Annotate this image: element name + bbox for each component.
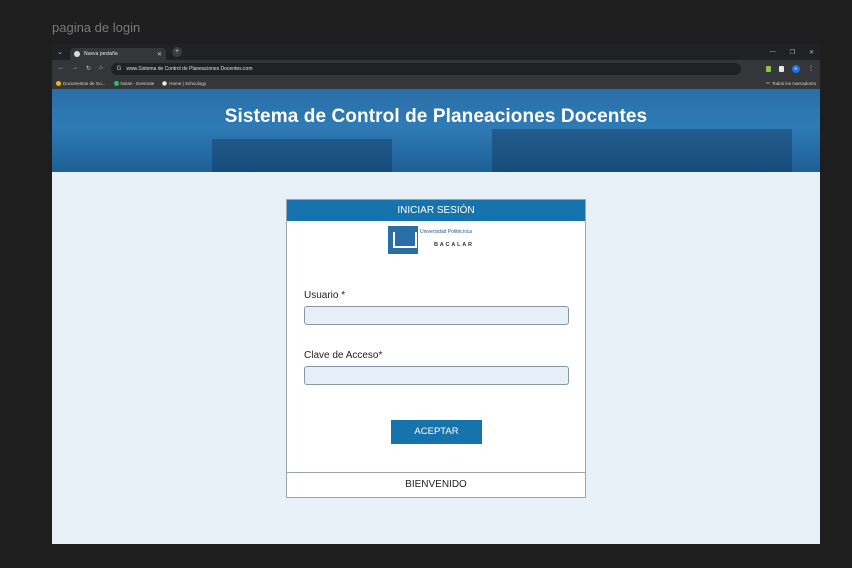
back-icon[interactable]: ← (58, 65, 64, 72)
profile-avatar[interactable]: R (792, 64, 800, 73)
username-label: Usuario * (304, 290, 346, 301)
address-bar: ← → ↻ ⌂ G www.Sistema de Control de Plan… (52, 60, 820, 77)
reload-icon[interactable]: ↻ (86, 65, 91, 72)
url-text[interactable]: www.Sistema de Control de Planeaciones D… (126, 66, 252, 72)
accept-button[interactable]: ACEPTAR (391, 420, 482, 444)
browser-window: ⌄ Nueva pestaña ✕ + — ❐ ✕ ← → ↻ ⌂ G www.… (52, 44, 820, 544)
username-input[interactable] (304, 306, 569, 325)
header-banner: Sistema de Control de Planeaciones Docen… (52, 89, 820, 172)
bookmark-item[interactable]: Home | Schoology (162, 80, 206, 86)
page-title: Sistema de Control de Planeaciones Docen… (224, 106, 648, 127)
building-graphic (212, 139, 392, 172)
frame-label: pagina de login (52, 20, 141, 35)
logo-university-text: Universidad Politécnica (420, 229, 472, 235)
password-input[interactable] (304, 366, 569, 385)
bookmarks-bar: Documentos de Go... Notas - Evernote Hom… (52, 77, 820, 89)
tab-list-chevron-icon[interactable]: ⌄ (52, 48, 68, 56)
logo-campus-text: BACALAR (434, 242, 474, 248)
folder-icon: ▭ (765, 80, 770, 85)
tab-close-icon[interactable]: ✕ (157, 51, 162, 58)
home-icon[interactable]: ⌂ (99, 65, 103, 72)
bookmark-favicon-icon (162, 80, 168, 86)
reading-list-icon[interactable] (779, 65, 784, 72)
password-label: Clave de Acceso* (304, 350, 383, 361)
login-card: INICIAR SESIÓN Universidad Politécnica B… (286, 199, 586, 498)
browser-tab[interactable]: Nueva pestaña ✕ (70, 48, 166, 60)
bookmark-favicon-icon (113, 80, 119, 86)
tab-bar: ⌄ Nueva pestaña ✕ + — ❐ ✕ (52, 44, 820, 60)
minimize-icon[interactable]: — (770, 49, 776, 56)
menu-kebab-icon[interactable]: ⋮ (808, 65, 814, 72)
login-title: INICIAR SESIÓN (287, 200, 585, 221)
google-icon: G (116, 65, 122, 72)
restore-icon[interactable]: ❐ (790, 49, 795, 56)
extension-icon[interactable] (766, 65, 771, 72)
new-tab-icon[interactable]: + (172, 47, 182, 57)
close-window-icon[interactable]: ✕ (809, 49, 814, 56)
bookmark-item[interactable]: Documentos de Go... (56, 80, 106, 86)
forward-icon[interactable]: → (72, 65, 78, 72)
tab-title: Nueva pestaña (84, 51, 118, 57)
bookmark-favicon-icon (56, 80, 61, 86)
tab-favicon-icon (74, 51, 80, 57)
university-logo: Universidad Politécnica BACALAR (388, 226, 486, 256)
building-graphic (492, 129, 792, 172)
welcome-footer: BIENVENIDO (287, 472, 585, 497)
omnibox[interactable]: G www.Sistema de Control de Planeaciones… (110, 62, 741, 75)
bookmark-item[interactable]: Notas - Evernote (113, 80, 154, 86)
logo-mark-icon (388, 226, 418, 254)
all-bookmarks[interactable]: ▭ Todos los marcadores (766, 80, 820, 86)
